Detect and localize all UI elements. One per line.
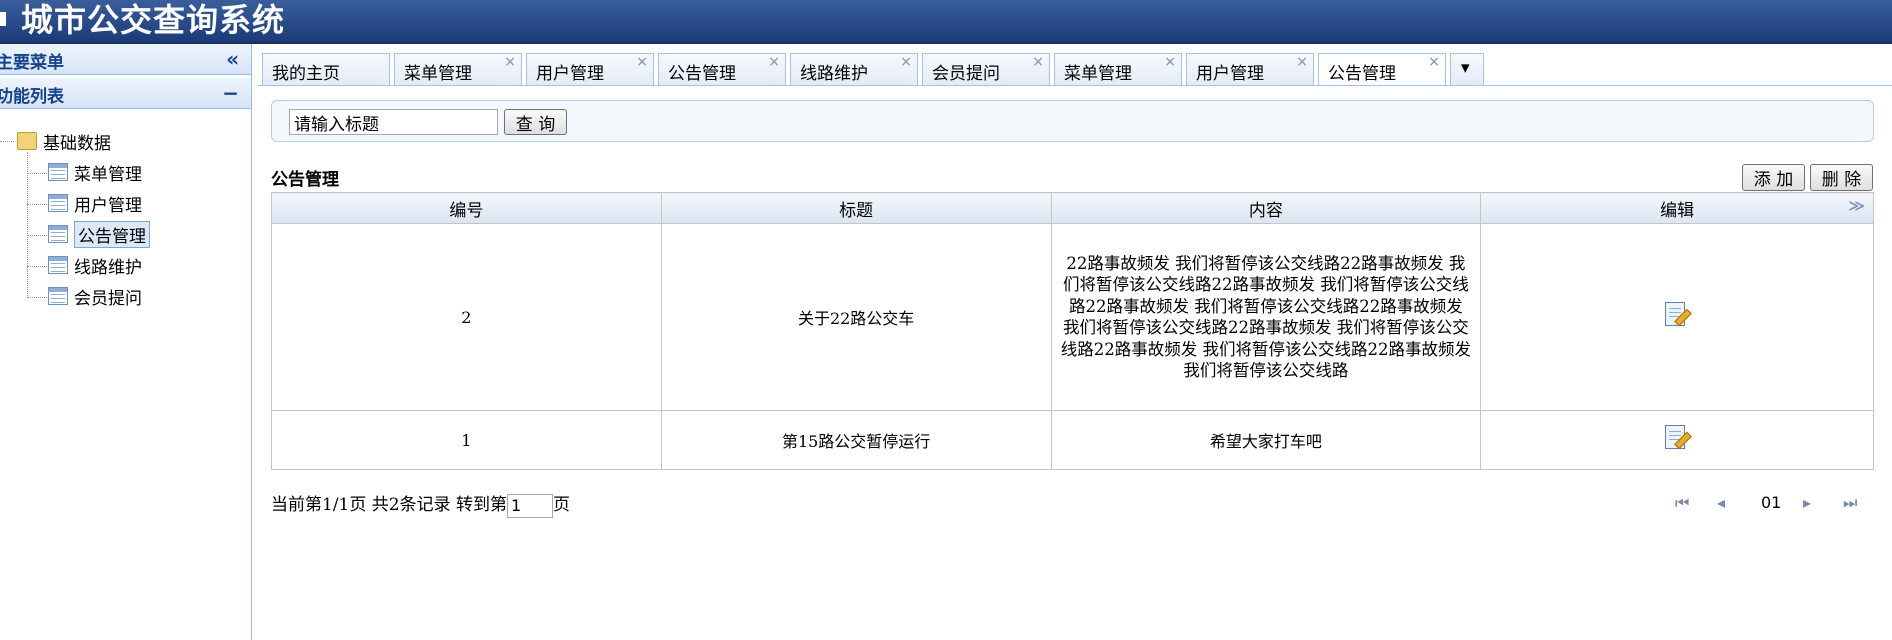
tab-route[interactable]: 线路维护 × — [790, 53, 918, 85]
left-panel: 主要菜单 « 功能列表 − 基础数据 菜单管理 用户管理 公告管理 线路维护 会… — [0, 44, 252, 640]
main-menu-label: 主要菜单 — [0, 53, 64, 73]
table-row[interactable]: 2 关于22路公交车 22路事故频发 我们将暂停该公交线路22路事故频发 我们将… — [271, 223, 1874, 411]
tree-item-route[interactable]: 线路维护 — [48, 252, 142, 278]
tab-label: 菜单管理 — [404, 64, 472, 84]
tree-item-label: 会员提问 — [74, 288, 142, 309]
tree-connector — [27, 235, 47, 236]
tab-notice-2[interactable]: 公告管理 × — [1318, 53, 1446, 85]
tree-root-basic-data[interactable]: 基础数据 — [17, 128, 111, 154]
add-button[interactable]: 添 加 — [1742, 164, 1805, 191]
tab-menu-2[interactable]: 菜单管理 × — [1054, 53, 1182, 85]
notice-table: 编号 标题 内容 编辑 ≫ 2 关于22路公交车 22路事故频发 我们将暂停该公… — [271, 192, 1874, 470]
app-header: 城市公交查询系统 — [0, 0, 1892, 44]
tab-label: 用户管理 — [1196, 64, 1264, 84]
dropdown-icon: ▾ — [1461, 58, 1470, 78]
tab-label: 菜单管理 — [1064, 64, 1132, 84]
edit-icon[interactable] — [1665, 302, 1692, 328]
cell-content: 22路事故频发 我们将暂停该公交线路22路事故频发 我们将暂停该公交线路22路事… — [1050, 223, 1482, 411]
tab-home[interactable]: 我的主页 — [262, 53, 390, 85]
folder-icon — [17, 132, 37, 150]
tree-connector — [0, 141, 14, 142]
search-panel: 查 询 — [271, 100, 1874, 142]
close-icon[interactable]: × — [900, 54, 912, 70]
tree-item-menu[interactable]: 菜单管理 — [48, 159, 142, 185]
pager-text: 当前第1/1页 共2条记录 转到第 — [271, 495, 507, 515]
tab-label: 公告管理 — [1328, 64, 1396, 84]
tree-connector — [27, 173, 47, 174]
table-icon — [48, 194, 68, 212]
table-icon — [48, 163, 68, 181]
tree-connector — [27, 266, 47, 267]
search-button[interactable]: 查 询 — [504, 109, 567, 135]
table-icon — [48, 287, 68, 305]
tab-label: 公告管理 — [668, 64, 736, 84]
column-header-content[interactable]: 内容 — [1050, 192, 1482, 224]
cell-edit — [1480, 223, 1874, 411]
close-icon[interactable]: × — [504, 54, 516, 70]
tab-user-2[interactable]: 用户管理 × — [1186, 53, 1314, 85]
table-header-row: 编号 标题 内容 编辑 ≫ — [271, 192, 1874, 224]
search-input[interactable] — [289, 109, 498, 135]
cell-title: 关于22路公交车 — [660, 223, 1052, 411]
app-title: 城市公交查询系统 — [21, 1, 286, 39]
column-header-id[interactable]: 编号 — [271, 192, 662, 224]
close-icon[interactable]: × — [1032, 54, 1044, 70]
cell-content: 希望大家打车吧 — [1050, 410, 1482, 470]
edit-icon[interactable] — [1665, 425, 1692, 451]
tab-label: 会员提问 — [932, 64, 1000, 84]
tab-underline — [258, 85, 1892, 86]
close-icon[interactable]: × — [1164, 54, 1176, 70]
tree-connector — [27, 297, 47, 298]
minimize-icon[interactable]: − — [222, 81, 239, 105]
tree-item-label: 线路维护 — [74, 257, 142, 278]
tab-notice[interactable]: 公告管理 × — [658, 53, 786, 85]
tab-menu[interactable]: 菜单管理 × — [394, 53, 522, 85]
expand-icon[interactable]: ≫ — [1848, 196, 1865, 215]
tree-item-question[interactable]: 会员提问 — [48, 283, 142, 309]
close-icon[interactable]: × — [1296, 54, 1308, 70]
collapse-icon[interactable]: « — [226, 47, 239, 71]
page-number-input[interactable] — [506, 493, 553, 518]
header-marker — [0, 12, 6, 26]
column-header-title[interactable]: 标题 — [660, 192, 1052, 224]
tab-label: 用户管理 — [536, 64, 604, 84]
tree-root-label: 基础数据 — [43, 133, 111, 154]
tab-bar: 我的主页 菜单管理 × 用户管理 × 公告管理 × 线路维护 × 会员提问 × … — [258, 50, 1892, 86]
close-icon[interactable]: × — [1428, 54, 1440, 70]
main-menu-bar: 主要菜单 « — [0, 44, 251, 75]
column-header-edit-label: 编辑 — [1660, 200, 1695, 221]
tab-user[interactable]: 用户管理 × — [526, 53, 654, 85]
func-list-bar: 功能列表 − — [0, 78, 251, 109]
cell-title: 第15路公交暂停运行 — [660, 410, 1052, 470]
column-header-edit[interactable]: 编辑 ≫ — [1480, 192, 1874, 224]
next-page-icon[interactable]: ▸ — [1803, 493, 1811, 512]
tab-label: 我的主页 — [272, 64, 340, 84]
tab-question[interactable]: 会员提问 × — [922, 53, 1050, 85]
close-icon[interactable]: × — [636, 54, 648, 70]
current-page: 01 — [1761, 493, 1782, 512]
pager-info: 当前第1/1页 共2条记录 转到第 页 — [271, 490, 570, 518]
table-icon — [48, 256, 68, 274]
cell-id: 2 — [271, 223, 662, 411]
close-icon[interactable]: × — [768, 54, 780, 70]
delete-button[interactable]: 删 除 — [1810, 164, 1873, 191]
tab-more-button[interactable]: ▾ — [1450, 53, 1484, 85]
pager-suffix: 页 — [552, 495, 570, 515]
table-icon — [48, 225, 68, 243]
first-page-icon[interactable]: ⏮ — [1675, 493, 1689, 513]
tree-item-label: 公告管理 — [74, 220, 150, 248]
tree-connector — [27, 204, 47, 205]
table-row[interactable]: 1 第15路公交暂停运行 希望大家打车吧 — [271, 410, 1874, 470]
tree-item-label: 用户管理 — [74, 195, 142, 216]
func-list-label: 功能列表 — [0, 87, 64, 107]
prev-page-icon[interactable]: ◂ — [1717, 493, 1725, 512]
cell-id: 1 — [271, 410, 662, 470]
tree-item-label: 菜单管理 — [74, 164, 142, 185]
tree-item-user[interactable]: 用户管理 — [48, 190, 142, 216]
tree-item-notice[interactable]: 公告管理 — [48, 220, 150, 248]
grid-title: 公告管理 — [271, 170, 339, 190]
tab-label: 线路维护 — [800, 64, 868, 84]
last-page-icon[interactable]: ⏭ — [1843, 493, 1857, 513]
cell-edit — [1480, 410, 1874, 470]
